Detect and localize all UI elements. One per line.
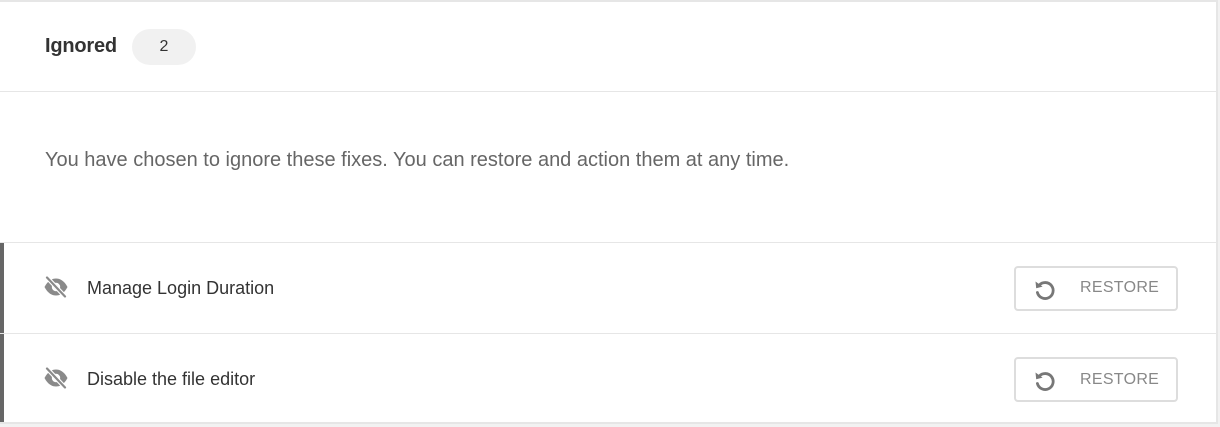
restore-button-label: RESTORE [1080, 370, 1160, 388]
list-item: Disable the file editor RESTORE [0, 334, 1216, 422]
item-label: Disable the file editor [87, 369, 256, 389]
list-item: Manage Login Duration RESTORE [0, 243, 1216, 334]
page-title: Ignored [45, 35, 117, 57]
count-badge: 2 [131, 28, 196, 65]
description-text: You have chosen to ignore these fixes. Y… [45, 148, 790, 171]
description-section: You have chosen to ignore these fixes. Y… [0, 92, 1216, 243]
restore-icon [1035, 372, 1055, 391]
item-label: Manage Login Duration [87, 277, 275, 298]
eye-slash-icon [44, 276, 68, 298]
restore-icon [1035, 280, 1055, 300]
restore-button[interactable]: RESTORE [1014, 265, 1178, 311]
restore-button[interactable]: RESTORE [1014, 357, 1178, 402]
eye-slash-icon [44, 367, 68, 389]
ignored-panel: Ignored 2 You have chosen to ignore thes… [0, 0, 1218, 424]
restore-button-label: RESTORE [1080, 279, 1160, 296]
panel-header: Ignored 2 [0, 2, 1216, 92]
